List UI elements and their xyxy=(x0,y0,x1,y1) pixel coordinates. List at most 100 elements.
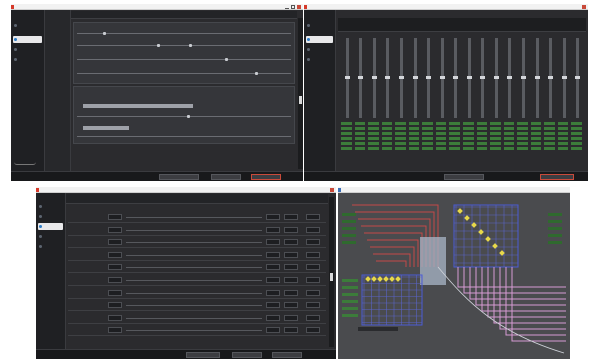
channel-send-indicator[interactable] xyxy=(449,127,460,130)
channel-send-indicator[interactable] xyxy=(490,132,501,135)
channel-send-indicator[interactable] xyxy=(571,127,582,130)
channel-send-indicator[interactable] xyxy=(341,147,352,150)
channel-send-indicator[interactable] xyxy=(544,137,555,140)
parameter-field[interactable] xyxy=(306,239,320,246)
channel-send-indicator[interactable] xyxy=(408,147,420,150)
channel-send-indicator[interactable] xyxy=(476,142,488,145)
channel-send-indicator[interactable] xyxy=(503,127,515,130)
parameter-field[interactable] xyxy=(266,302,280,309)
sidebar-item[interactable] xyxy=(38,213,63,220)
channel-send-indicator[interactable] xyxy=(463,132,474,135)
table-row[interactable] xyxy=(68,211,326,223)
channel-send-indicator[interactable] xyxy=(381,137,393,140)
channel-send-indicator[interactable] xyxy=(408,127,420,130)
vertical-scrollbar[interactable] xyxy=(329,197,334,347)
channel-fader-handle[interactable] xyxy=(561,76,567,79)
channel-send-indicator[interactable] xyxy=(395,147,406,150)
channel-send-indicator[interactable] xyxy=(490,137,501,140)
channel-send-indicator[interactable] xyxy=(503,147,515,150)
channel-send-indicator[interactable] xyxy=(435,147,447,150)
channel-name-cell[interactable] xyxy=(108,226,122,233)
close-icon[interactable] xyxy=(330,188,334,192)
channel-send-indicator[interactable] xyxy=(557,122,569,125)
channel-send-indicator[interactable] xyxy=(463,122,474,125)
table-row[interactable] xyxy=(68,299,326,312)
channel-send-indicator[interactable] xyxy=(435,137,447,140)
parameter-field[interactable] xyxy=(284,239,298,246)
channel-send-indicator[interactable] xyxy=(490,142,501,145)
channel-send-indicator[interactable] xyxy=(530,142,542,145)
parameter-field[interactable] xyxy=(306,277,320,283)
table-row[interactable] xyxy=(68,312,326,324)
parameter-field[interactable] xyxy=(306,302,320,309)
parameter-field[interactable] xyxy=(266,226,280,233)
parameter-field[interactable] xyxy=(266,251,280,258)
channel-fader-handle[interactable] xyxy=(548,76,554,79)
channel-send-indicator[interactable] xyxy=(422,127,433,130)
channel-send-indicator[interactable] xyxy=(381,147,393,150)
channel-send-indicator[interactable] xyxy=(354,122,366,125)
parameter-field[interactable] xyxy=(284,277,298,283)
channel-fader-handle[interactable] xyxy=(371,76,377,79)
channel-send-indicator[interactable] xyxy=(368,142,379,145)
parameter-field[interactable] xyxy=(266,277,280,283)
channel-fader-handle[interactable] xyxy=(534,76,540,79)
channel-send-indicator[interactable] xyxy=(422,142,433,145)
status-button[interactable] xyxy=(444,174,484,180)
channel-send-indicator[interactable] xyxy=(408,137,420,140)
channel-send-indicator[interactable] xyxy=(408,142,420,145)
close-icon[interactable] xyxy=(297,5,301,9)
channel-send-indicator[interactable] xyxy=(530,132,542,135)
channel-send-indicator[interactable] xyxy=(530,122,542,125)
channel-send-indicator[interactable] xyxy=(341,132,352,135)
table-row[interactable] xyxy=(68,287,326,299)
channel-send-indicator[interactable] xyxy=(517,137,528,140)
table-row[interactable] xyxy=(68,274,326,286)
channel-send-indicator[interactable] xyxy=(557,132,569,135)
channel-fader-handle[interactable] xyxy=(385,76,391,79)
parameter-field[interactable] xyxy=(284,314,298,321)
slider-handle[interactable] xyxy=(225,58,228,61)
channel-fader-handle[interactable] xyxy=(399,76,404,79)
channel-send-indicator[interactable] xyxy=(557,147,569,150)
parameter-field[interactable] xyxy=(266,289,280,296)
scrollbar-thumb[interactable] xyxy=(299,96,302,104)
channel-name-cell[interactable] xyxy=(108,314,122,321)
channel-send-indicator[interactable] xyxy=(517,127,528,130)
parameter-field[interactable] xyxy=(284,264,298,271)
channel-name-cell[interactable] xyxy=(108,289,122,296)
channel-send-indicator[interactable] xyxy=(449,137,460,140)
sidebar-item[interactable] xyxy=(306,46,333,53)
slider-handle[interactable] xyxy=(187,115,190,118)
vertical-scrollbar[interactable] xyxy=(298,18,303,169)
maximize-icon[interactable] xyxy=(291,5,295,9)
parameter-field[interactable] xyxy=(266,327,280,334)
channel-send-indicator[interactable] xyxy=(490,127,501,130)
channel-send-indicator[interactable] xyxy=(381,127,393,130)
channel-send-indicator[interactable] xyxy=(368,137,379,140)
scrollbar-thumb[interactable] xyxy=(330,273,333,281)
channel-send-indicator[interactable] xyxy=(503,137,515,140)
channel-send-indicator[interactable] xyxy=(408,132,420,135)
channel-send-indicator[interactable] xyxy=(435,142,447,145)
sidebar-item[interactable] xyxy=(38,233,63,240)
channel-name-cell[interactable] xyxy=(108,239,122,246)
channel-send-indicator[interactable] xyxy=(422,132,433,135)
channel-send-indicator[interactable] xyxy=(368,132,379,135)
channel-send-indicator[interactable] xyxy=(463,142,474,145)
parameter-field[interactable] xyxy=(306,327,320,334)
status-button[interactable] xyxy=(186,352,220,358)
sidebar-item[interactable] xyxy=(306,22,333,29)
channel-fader-handle[interactable] xyxy=(493,76,499,79)
sidebar-item-active[interactable] xyxy=(38,223,63,230)
parameter-field[interactable] xyxy=(284,327,298,334)
channel-send-indicator[interactable] xyxy=(435,127,447,130)
minimize-icon[interactable] xyxy=(285,5,289,9)
slider-handle[interactable] xyxy=(189,44,192,47)
channel-send-indicator[interactable] xyxy=(368,147,379,150)
channel-send-indicator[interactable] xyxy=(449,147,460,150)
table-row[interactable] xyxy=(68,324,326,337)
channel-send-indicator[interactable] xyxy=(490,122,501,125)
parameter-field[interactable] xyxy=(284,214,298,220)
channel-send-indicator[interactable] xyxy=(422,147,433,150)
